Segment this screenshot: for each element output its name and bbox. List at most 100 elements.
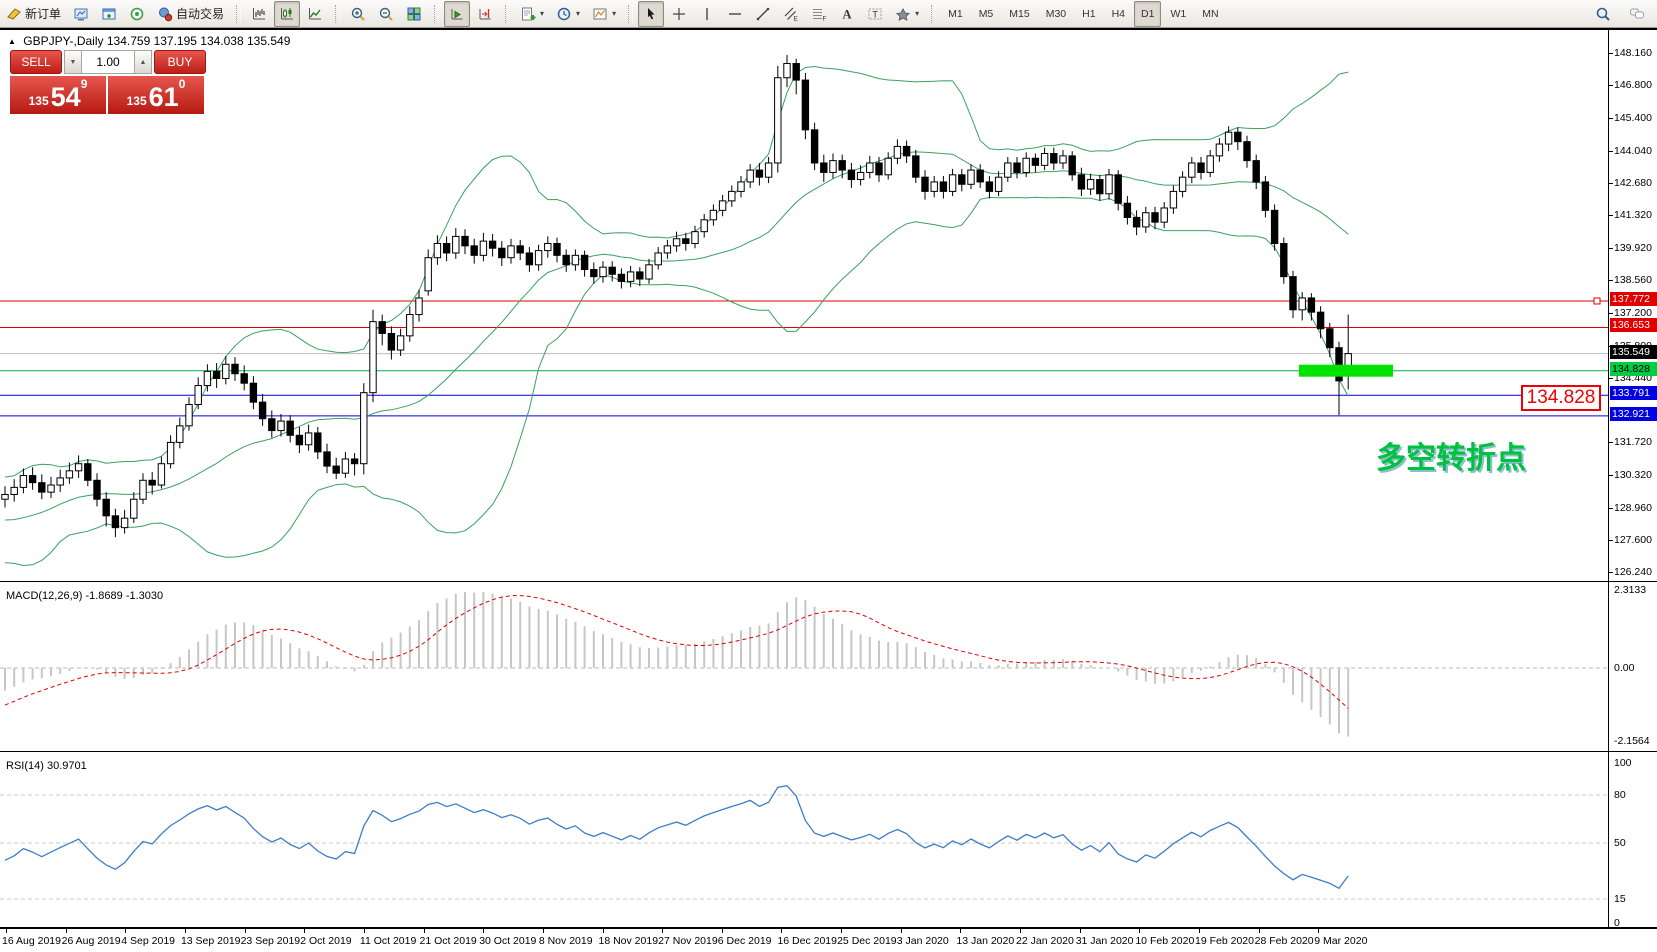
dropdown-caret-icon[interactable]: ▾ [612,9,616,18]
candle-body [1170,191,1176,208]
time-axis-label[interactable]: 11 Oct 2019 [360,935,416,947]
axis-tick [1608,151,1613,152]
tile-windows-button[interactable] [401,1,427,27]
alerts-button[interactable] [124,1,150,27]
symbol-ohlc: 134.759 137.195 134.038 135.549 [107,34,291,48]
zoom-in-button[interactable] [345,1,371,27]
time-axis-label[interactable]: 6 Dec 2019 [718,935,772,947]
timeframe-mn[interactable]: MN [1195,1,1225,27]
timeframe-h4[interactable]: H4 [1105,1,1132,27]
templates-button[interactable]: ▾ [587,1,621,27]
dropdown-caret-icon[interactable]: ▾ [576,9,580,18]
time-axis-label[interactable]: 19 Feb 2020 [1195,935,1254,947]
auto-trading-button[interactable]: 自动交易 [152,1,229,27]
turning-point-annotation[interactable]: 多空转折点 [1376,433,1526,477]
time-axis-label[interactable]: 3 Jan 2020 [897,935,949,947]
time-axis-label[interactable]: 2 Oct 2019 [300,935,351,947]
text-button[interactable]: A [834,1,860,27]
candle-body [572,255,578,264]
price-chart[interactable] [0,30,1608,583]
chart-shift-button[interactable] [472,1,498,27]
highlight-bar[interactable] [1299,365,1393,377]
buy-price-box[interactable]: 135 61 0 [108,76,204,114]
price-level-label[interactable]: 134.828 [1521,385,1601,411]
crosshair-button[interactable] [666,1,692,27]
profiles-button[interactable] [68,1,94,27]
rsi-axis-label: 15 [1614,893,1626,905]
time-axis-label[interactable]: 4 Sep 2019 [121,935,175,947]
line-handle[interactable] [1594,298,1600,304]
time-axis-label[interactable]: 27 Nov 2019 [658,935,718,947]
timeframe-m15[interactable]: M15 [1002,1,1036,27]
market-watch-button[interactable] [96,1,122,27]
search-button[interactable] [1590,1,1616,27]
bar-chart-button[interactable] [246,1,272,27]
line-chart-button[interactable] [302,1,328,27]
candle-body [609,267,615,274]
macd-panel[interactable]: MACD(12,26,9) -1.8689 -1.3030 [0,586,1657,751]
auto-scroll-button[interactable] [444,1,470,27]
window-icon [101,6,117,22]
dropdown-caret-icon[interactable]: ▾ [540,9,544,18]
time-axis-label[interactable]: 9 Mar 2020 [1314,935,1367,947]
new-order-button-label: 新订单 [25,5,61,22]
equidistant-channel-button[interactable]: E [778,1,804,27]
time-axis-label[interactable]: 18 Nov 2019 [599,935,659,947]
candle-body [1290,277,1296,310]
rsi-axis-label: 50 [1614,837,1626,849]
candle-body [673,239,679,246]
timeframe-d1[interactable]: D1 [1134,1,1161,27]
timeframe-m30[interactable]: M30 [1039,1,1073,27]
fibonacci-button[interactable]: F [806,1,832,27]
periods-button[interactable]: ▾ [551,1,585,27]
candle-chart-button[interactable] [274,1,300,27]
time-axis[interactable]: 16 Aug 201926 Aug 20194 Sep 2019 13 Sep 2… [0,927,1657,952]
time-axis-label[interactable]: 10 Feb 2020 [1135,935,1194,947]
timeframe-m5[interactable]: M5 [972,1,1001,27]
sell-price-box[interactable]: 135 54 9 [10,76,106,114]
time-axis-label[interactable]: 23 Sep 2019 [241,935,301,947]
volume-input[interactable] [82,50,134,74]
candle-body [223,364,229,378]
volume-down-button[interactable]: ▼ [64,50,82,74]
volume-up-button[interactable]: ▲ [134,50,152,74]
sell-button[interactable]: SELL [10,50,62,74]
time-axis-label[interactable]: 8 Nov 2019 [539,935,593,947]
time-axis-label[interactable]: 30 Oct 2019 [479,935,536,947]
candle-body [250,383,256,402]
axis-tick [1608,508,1613,509]
horizontal-line-button[interactable] [722,1,748,27]
arrows-button[interactable]: ▾ [890,1,924,27]
time-axis-label[interactable]: 25 Dec 2019 [837,935,897,947]
dropdown-caret-icon[interactable]: ▾ [915,9,919,18]
price-axis-label: 145.400 [1614,112,1652,124]
cursor-button[interactable] [638,1,664,27]
time-tick [543,929,544,933]
text-label-button[interactable]: T [862,1,888,27]
time-axis-label[interactable]: 16 Dec 2019 [777,935,837,947]
trend-line-button[interactable] [750,1,776,27]
price-chart-panel[interactable]: ▲ GBPJPY-,Daily 134.759 137.195 134.038 … [0,28,1657,583]
collapse-trade-panel-icon[interactable]: ▲ [8,37,16,46]
time-axis-label[interactable]: 26 Aug 2019 [62,935,121,947]
timeframe-m1[interactable]: M1 [941,1,970,27]
time-axis-label[interactable]: 16 Aug 2019 [2,935,61,947]
time-axis-label[interactable]: 13 Jan 2020 [956,935,1014,947]
candle-body [1115,175,1121,203]
time-axis-label[interactable]: 28 Feb 2020 [1255,935,1314,947]
timeframe-h1[interactable]: H1 [1075,1,1102,27]
buy-button[interactable]: BUY [154,50,206,74]
chat-button[interactable] [1624,1,1650,27]
candle-body [1308,298,1314,312]
time-axis-label[interactable]: 31 Jan 2020 [1076,935,1134,947]
timeframe-w1[interactable]: W1 [1163,1,1193,27]
rsi-panel[interactable]: RSI(14) 30.9701 [0,756,1657,927]
time-axis-label[interactable]: 13 Sep 2019 [181,935,241,947]
zoom-out-button[interactable] [373,1,399,27]
time-axis-label[interactable]: 21 Oct 2019 [420,935,477,947]
hline-icon [727,6,743,22]
indicators-button[interactable]: ▾ [515,1,549,27]
new-order-button[interactable]: 新订单 [1,1,66,27]
vertical-line-button[interactable] [694,1,720,27]
time-axis-label[interactable]: 22 Jan 2020 [1016,935,1074,947]
